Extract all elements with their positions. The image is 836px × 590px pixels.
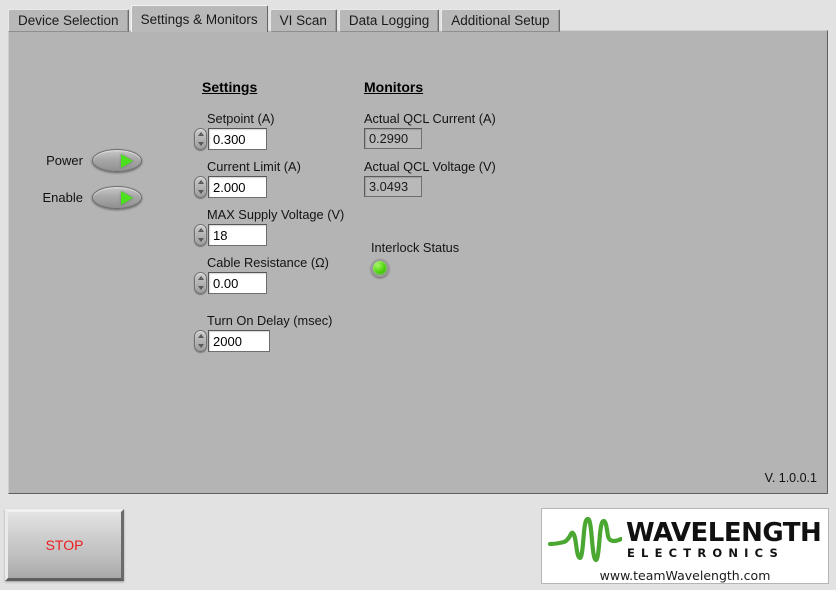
- stepper-down-icon[interactable]: [197, 238, 204, 242]
- logo-wordmark: WAVELENGTH ELECTRONICS: [626, 520, 822, 560]
- setpoint-stepper[interactable]: [194, 128, 207, 150]
- current-limit-stepper[interactable]: [194, 176, 207, 198]
- field-turn-on-delay-label: Turn On Delay (msec): [207, 313, 333, 328]
- company-logo: WAVELENGTH ELECTRONICS www.teamWavelengt…: [541, 508, 829, 584]
- tab-vi-scan[interactable]: VI Scan: [269, 9, 337, 32]
- tab-additional-setup[interactable]: Additional Setup: [441, 9, 560, 32]
- cable-resistance-input[interactable]: 0.00: [208, 272, 267, 294]
- tab-device-selection[interactable]: Device Selection: [8, 9, 129, 32]
- monitors-heading: Monitors: [364, 79, 424, 95]
- max-supply-voltage-input[interactable]: 18: [208, 224, 267, 246]
- monitor-actual-qcl-current-label: Actual QCL Current (A): [364, 111, 496, 126]
- field-setpoint-control: 0.300: [194, 128, 275, 150]
- field-cable-resistance: Cable Resistance (Ω) 0.00: [194, 255, 329, 294]
- monitor-actual-qcl-voltage-value: 3.0493: [364, 176, 422, 197]
- turn-on-delay-stepper[interactable]: [194, 330, 207, 352]
- stepper-down-icon[interactable]: [197, 286, 204, 290]
- logo-top-row: WAVELENGTH ELECTRONICS: [548, 514, 822, 566]
- waveform-icon: [548, 516, 622, 563]
- stepper-up-icon[interactable]: [197, 180, 204, 184]
- field-cable-resistance-label: Cable Resistance (Ω): [207, 255, 329, 270]
- monitor-actual-qcl-current: Actual QCL Current (A) 0.2990: [364, 111, 496, 149]
- stepper-up-icon[interactable]: [197, 334, 204, 338]
- field-setpoint: Setpoint (A) 0.300: [194, 111, 275, 150]
- enable-switch[interactable]: [92, 186, 142, 209]
- monitor-actual-qcl-voltage-label: Actual QCL Voltage (V): [364, 159, 496, 174]
- application-window: Device Selection Settings & Monitors VI …: [0, 0, 836, 590]
- max-supply-voltage-stepper[interactable]: [194, 224, 207, 246]
- turn-on-delay-input[interactable]: 2000: [208, 330, 270, 352]
- logo-company-subtitle: ELECTRONICS: [627, 546, 784, 561]
- stepper-up-icon[interactable]: [197, 276, 204, 280]
- enable-switch-label: Enable: [42, 190, 83, 205]
- stepper-up-icon[interactable]: [197, 132, 204, 136]
- field-current-limit-control: 2.000: [194, 176, 301, 198]
- tab-data-logging[interactable]: Data Logging: [338, 9, 440, 32]
- settings-heading: Settings: [202, 79, 258, 95]
- settings-monitors-panel: Power Enable Settings Setpoint (A) 0.300: [8, 30, 828, 494]
- field-max-supply-voltage-control: 18: [194, 224, 344, 246]
- logo-company-name: WAVELENGTH: [626, 518, 822, 549]
- field-cable-resistance-control: 0.00: [194, 272, 329, 294]
- power-switch-label: Power: [46, 153, 83, 168]
- tab-settings-monitors[interactable]: Settings & Monitors: [130, 5, 268, 32]
- cable-resistance-stepper[interactable]: [194, 272, 207, 294]
- tab-strip: Device Selection Settings & Monitors VI …: [8, 5, 828, 32]
- field-max-supply-voltage: MAX Supply Voltage (V) 18: [194, 207, 344, 246]
- field-turn-on-delay-control: 2000: [194, 330, 332, 352]
- power-switch-row: Power: [31, 149, 142, 172]
- field-setpoint-label: Setpoint (A): [207, 111, 275, 126]
- current-limit-input[interactable]: 2.000: [208, 176, 267, 198]
- version-label: V. 1.0.0.1: [764, 471, 817, 485]
- stepper-down-icon[interactable]: [197, 190, 204, 194]
- interlock-status-group: Interlock Status: [371, 240, 459, 277]
- logo-website-url: www.teamWavelength.com: [599, 568, 771, 583]
- stepper-down-icon[interactable]: [197, 344, 204, 348]
- field-max-supply-voltage-label: MAX Supply Voltage (V): [207, 207, 345, 222]
- field-current-limit-label: Current Limit (A): [207, 159, 301, 174]
- panel-content: Power Enable Settings Setpoint (A) 0.300: [9, 31, 827, 493]
- stop-button[interactable]: STOP: [5, 509, 124, 581]
- field-turn-on-delay: Turn On Delay (msec) 2000: [194, 313, 332, 352]
- interlock-status-led-icon: [371, 259, 389, 277]
- field-current-limit: Current Limit (A) 2.000: [194, 159, 301, 198]
- stepper-up-icon[interactable]: [197, 228, 204, 232]
- interlock-status-label: Interlock Status: [371, 240, 460, 255]
- enable-switch-row: Enable: [31, 186, 142, 209]
- setpoint-input[interactable]: 0.300: [208, 128, 267, 150]
- monitor-actual-qcl-voltage: Actual QCL Voltage (V) 3.0493: [364, 159, 496, 197]
- stepper-down-icon[interactable]: [197, 142, 204, 146]
- monitor-actual-qcl-current-value: 0.2990: [364, 128, 422, 149]
- power-switch[interactable]: [92, 149, 142, 172]
